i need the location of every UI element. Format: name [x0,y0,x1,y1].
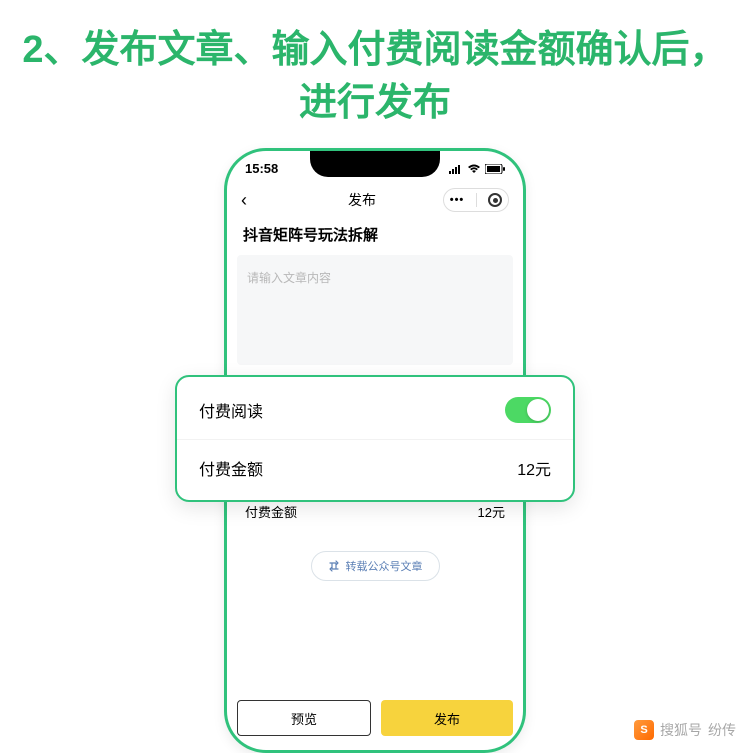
watermark-brand: 搜狐号 [660,720,702,740]
highlight-paid-amount-row[interactable]: 付费金额 12元 [177,439,573,496]
highlight-paid-read-row: 付费阅读 [177,381,573,439]
repost-icon [328,560,340,572]
article-title: 抖音矩阵号玩法拆解 [227,220,523,255]
publish-button[interactable]: 发布 [381,700,513,736]
close-target-icon [488,193,502,207]
paid-amount-label: 付费金额 [245,502,297,521]
repost-wrap: 转载公众号文章 [227,551,523,581]
watermark-author: 纷传 [708,720,736,740]
preview-button[interactable]: 预览 [237,700,371,736]
repost-button[interactable]: 转载公众号文章 [311,551,440,581]
bottom-bar: 预览 发布 [237,700,513,736]
content-textarea[interactable]: 请输入文章内容 [237,255,513,365]
highlight-paid-read-label: 付费阅读 [199,398,263,422]
highlight-card: 付费阅读 付费金额 12元 [175,375,575,502]
highlight-paid-read-toggle[interactable] [505,397,551,423]
highlight-paid-amount-value: 12元 [517,456,551,480]
battery-icon [485,164,505,174]
wifi-icon [467,164,481,174]
paid-amount-value: 12元 [478,502,505,521]
repost-label: 转载公众号文章 [346,558,423,574]
signal-icon [449,164,463,174]
watermark: S 搜狐号 纷传 [634,720,736,740]
capsule-button[interactable]: ••• [443,188,509,212]
content-placeholder: 请输入文章内容 [247,269,503,286]
nav-title: 发布 [348,190,376,210]
sohu-logo-icon: S [634,720,654,740]
status-time: 15:58 [245,161,278,176]
more-icon: ••• [450,194,465,206]
page-headline: 2、发布文章、输入付费阅读金额确认后，进行发布 [0,0,750,140]
back-button[interactable]: ‹ [241,190,281,211]
highlight-paid-amount-label: 付费金额 [199,456,263,480]
status-right [449,164,505,174]
navbar: ‹ 发布 ••• [227,176,523,220]
capsule-divider [476,193,477,207]
phone-notch [310,151,440,177]
